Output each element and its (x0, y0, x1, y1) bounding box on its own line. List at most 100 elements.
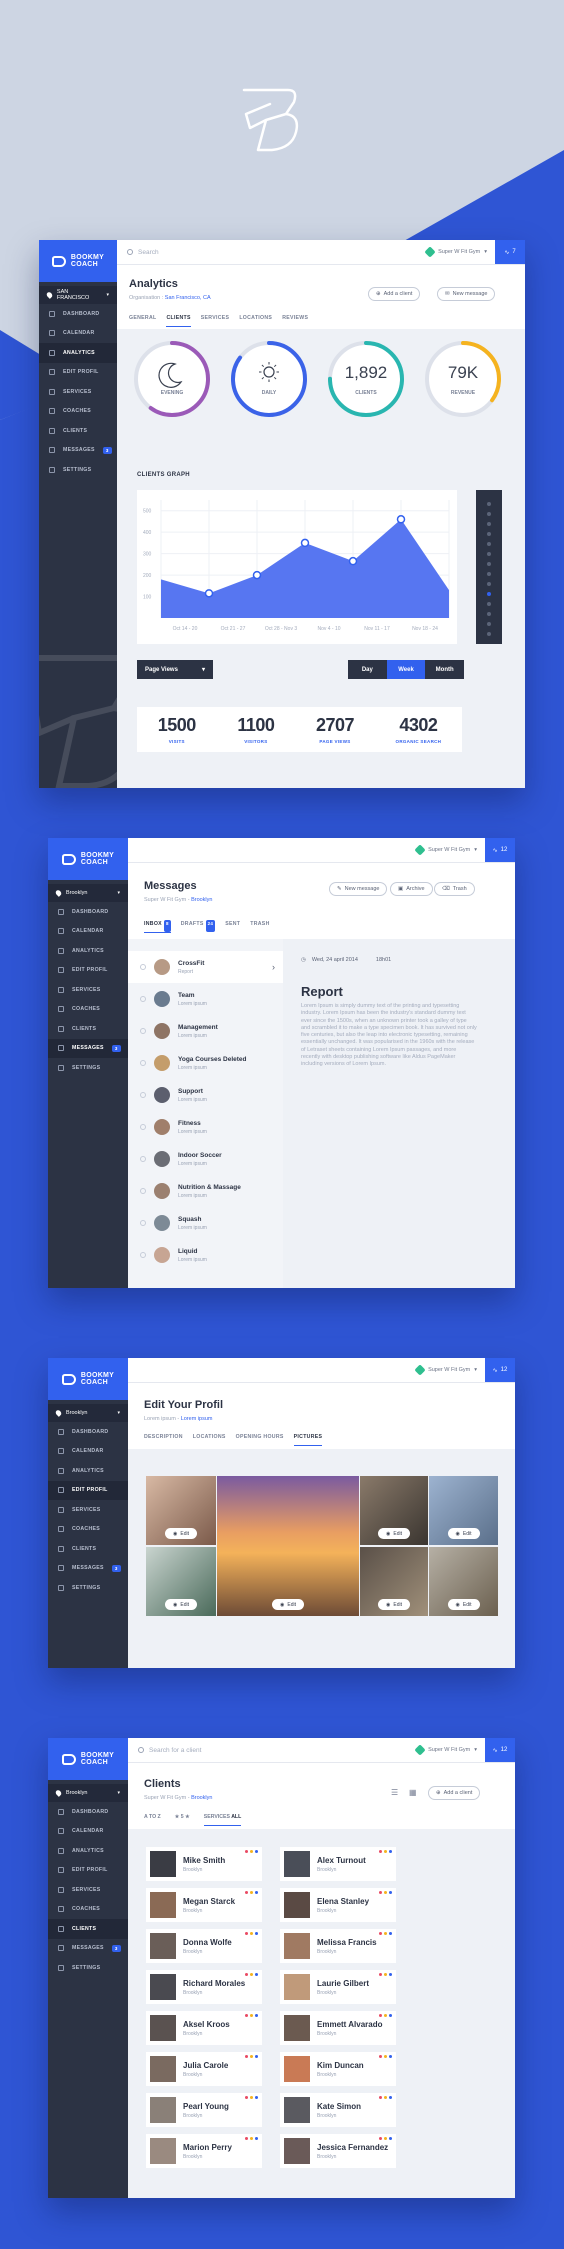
activity-button[interactable]: ∿ 12 (485, 838, 515, 862)
add-client-button[interactable]: ⊕ Add a client (368, 287, 421, 301)
list-item[interactable]: Yoga Courses Deleted Lorem ipsum (128, 1047, 283, 1079)
tab-description[interactable]: DESCRIPTION (144, 1434, 183, 1446)
sidebar-item-analytics[interactable]: ANALYTICS (39, 343, 117, 363)
graph-week-scroller[interactable] (476, 490, 502, 644)
tab-clients[interactable]: CLIENTS (166, 315, 192, 327)
scroller-dot[interactable] (487, 532, 491, 536)
filter-services[interactable]: SERVICES ALL (203, 1814, 242, 1826)
tab-reviews[interactable]: REVIEWS (282, 315, 308, 327)
subtitle-link[interactable]: Brooklyn (191, 1795, 212, 1801)
sidebar-item-messages[interactable]: MESSAGES 3 (48, 1939, 128, 1959)
list-item[interactable]: Team Lorem ipsum (128, 983, 283, 1015)
list-item[interactable]: Squash Lorem ipsum (128, 1207, 283, 1239)
location-selector[interactable]: Brooklyn ▾ (48, 1404, 128, 1422)
gym-selector[interactable]: Super W Fit Gym ▾ (414, 1364, 485, 1376)
client-card[interactable]: Emmett Alvarado Brooklyn (280, 2011, 396, 2045)
org-value[interactable]: San Francisco, CA (165, 295, 211, 301)
sidebar-item-settings[interactable]: SETTINGS (48, 1578, 128, 1598)
client-search-input[interactable]: Search for a client (128, 1747, 416, 1754)
list-item[interactable]: Nutrition & Massage Lorem ipsum (128, 1175, 283, 1207)
checkbox-icon[interactable] (140, 1220, 146, 1226)
range-day-button[interactable]: Day (348, 660, 387, 679)
sidebar-item-clients[interactable]: CLIENTS (48, 1019, 128, 1039)
sidebar-item-dashboard[interactable]: DASHBOARD (48, 1422, 128, 1442)
sidebar-item-services[interactable]: SERVICES (39, 382, 117, 402)
sidebar-item-settings[interactable]: SETTINGS (48, 1958, 128, 1978)
activity-button[interactable]: ∿ 7 (495, 240, 525, 264)
checkbox-icon[interactable] (140, 1060, 146, 1066)
client-card[interactable]: Melissa Francis Brooklyn (280, 1929, 396, 1963)
list-item[interactable]: Indoor Soccer Lorem ipsum (128, 1143, 283, 1175)
scroller-dot[interactable] (487, 602, 491, 606)
search-input[interactable]: Search (117, 249, 426, 256)
client-card[interactable]: Megan Starck Brooklyn (146, 1888, 262, 1922)
sidebar-item-edit-profil[interactable]: EDIT PROFIL (48, 1480, 128, 1500)
range-week-button[interactable]: Week (386, 660, 426, 679)
sidebar-brand[interactable]: BOOKMY COACH (39, 240, 117, 282)
client-card[interactable]: Laurie Gilbert Brooklyn (280, 1970, 396, 2004)
add-client-button[interactable]: ⊕ Add a client (428, 1786, 481, 1800)
scroller-dot[interactable] (487, 592, 491, 596)
sidebar-item-messages[interactable]: MESSAGES 3 (48, 1559, 128, 1579)
scroller-dot[interactable] (487, 542, 491, 546)
sidebar-item-coaches[interactable]: COACHES (39, 402, 117, 422)
tab-services[interactable]: SERVICES (201, 315, 230, 327)
sidebar-item-clients[interactable]: CLIENTS (48, 1919, 128, 1939)
sidebar-item-edit-profil[interactable]: EDIT PROFIL (48, 961, 128, 981)
sidebar-item-services[interactable]: SERVICES (48, 1500, 128, 1520)
sidebar-item-dashboard[interactable]: DASHBOARD (48, 902, 128, 922)
filter-stars[interactable]: ★ 5 ★ (175, 1814, 190, 1826)
location-selector[interactable]: SAN FRANCISCO ▾ (39, 286, 117, 304)
tab-trash[interactable]: TRASH (250, 921, 269, 933)
checkbox-icon[interactable] (140, 1252, 146, 1258)
sidebar-item-analytics[interactable]: ANALYTICS (48, 1461, 128, 1481)
edit-photo-button[interactable]: ◉ Edit (165, 1528, 197, 1539)
sidebar-item-edit-profil[interactable]: EDIT PROFIL (39, 363, 117, 383)
scroller-dot[interactable] (487, 622, 491, 626)
client-card[interactable]: Mike Smith Brooklyn (146, 1847, 262, 1881)
edit-photo-button[interactable]: ◉ Edit (447, 1599, 480, 1610)
tab-inbox[interactable]: INBOX 8 (144, 920, 171, 933)
client-card[interactable]: Pearl Young Brooklyn (146, 2093, 262, 2127)
activity-button[interactable]: ∿ 12 (485, 1738, 515, 1762)
range-month-button[interactable]: Month (425, 660, 465, 679)
sidebar-item-clients[interactable]: CLIENTS (48, 1539, 128, 1559)
sidebar-item-services[interactable]: SERVICES (48, 980, 128, 1000)
checkbox-icon[interactable] (140, 1124, 146, 1130)
page-views-dropdown[interactable]: Page Views ▾ (137, 660, 213, 679)
client-card[interactable]: Kate Simon Brooklyn (280, 2093, 396, 2127)
scroller-dot[interactable] (487, 512, 491, 516)
client-card[interactable]: Richard Morales Brooklyn (146, 1970, 262, 2004)
sidebar-item-coaches[interactable]: COACHES (48, 1000, 128, 1020)
grid-view-icon[interactable]: ▦ (409, 1788, 417, 1797)
scroller-dot[interactable] (487, 612, 491, 616)
list-item[interactable]: Fitness Lorem ipsum (128, 1111, 283, 1143)
sidebar-item-messages[interactable]: MESSAGES 3 (39, 441, 117, 461)
client-card[interactable]: Aksel Kroos Brooklyn (146, 2011, 262, 2045)
client-card[interactable]: Alex Turnout Brooklyn (280, 1847, 396, 1881)
checkbox-icon[interactable] (140, 996, 146, 1002)
checkbox-icon[interactable] (140, 964, 146, 970)
new-message-button[interactable]: ✎ New message (329, 882, 388, 896)
tab-drafts[interactable]: DRAFTS 24 (181, 920, 216, 933)
sidebar-item-dashboard[interactable]: DASHBOARD (39, 304, 117, 324)
sidebar-item-calendar[interactable]: CALENDAR (48, 1822, 128, 1842)
gym-selector[interactable]: Super W Fit Gym ▾ (424, 246, 495, 258)
subtitle-link[interactable]: Lorem ipsum (181, 1416, 213, 1422)
sidebar-item-calendar[interactable]: CALENDAR (48, 922, 128, 942)
archive-button[interactable]: ▣ Archive (390, 882, 433, 896)
checkbox-icon[interactable] (140, 1188, 146, 1194)
list-item[interactable]: Liquid Lorem ipsum (128, 1239, 283, 1271)
sidebar-item-edit-profil[interactable]: EDIT PROFIL (48, 1861, 128, 1881)
new-message-button[interactable]: ✉ New message (437, 287, 496, 301)
sidebar-item-calendar[interactable]: CALENDAR (48, 1442, 128, 1462)
tab-locations[interactable]: LOCATIONS (239, 315, 272, 327)
list-item[interactable]: CrossFit Report › (128, 951, 285, 983)
edit-photo-button[interactable]: ◉ Edit (165, 1599, 197, 1610)
scroller-dot[interactable] (487, 632, 491, 636)
client-card[interactable]: Julia Carole Brooklyn (146, 2052, 262, 2086)
trash-button[interactable]: ⌫ Trash (434, 882, 475, 896)
tab-general[interactable]: GENERAL (129, 315, 156, 327)
client-card[interactable]: Marion Perry Brooklyn (146, 2134, 262, 2168)
sidebar-item-coaches[interactable]: COACHES (48, 1520, 128, 1540)
